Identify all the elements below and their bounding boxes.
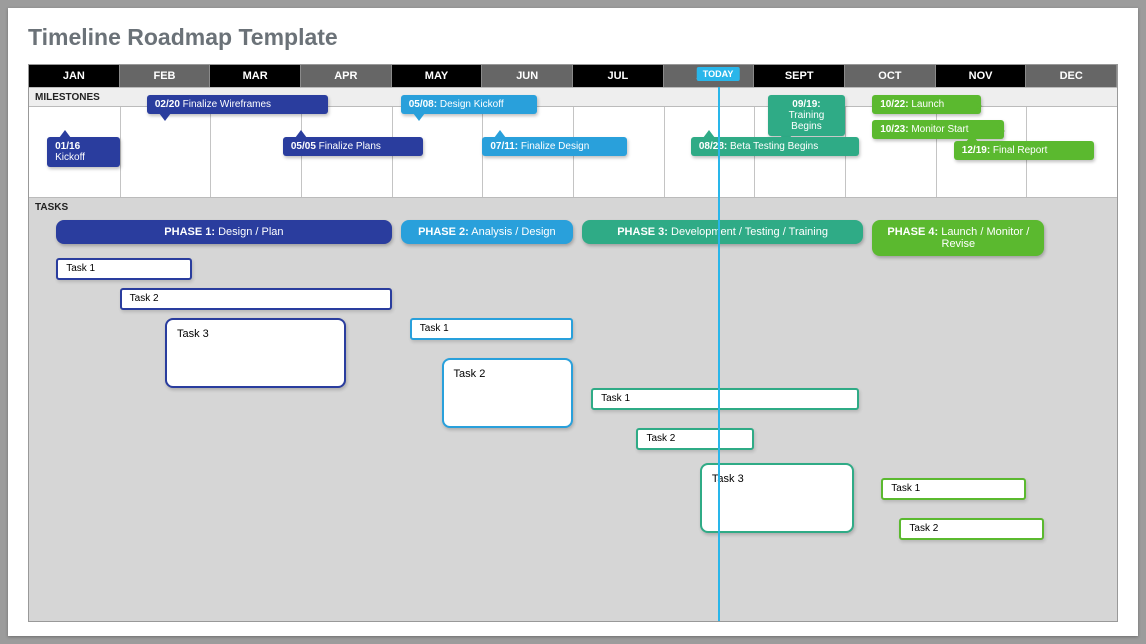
task-item[interactable]: Task 3 (700, 463, 854, 533)
milestone-0116[interactable]: 01/16 Kickoff (47, 137, 120, 167)
milestone-0828[interactable]: 08/28: Beta Testing Begins (691, 137, 859, 156)
phase-bar[interactable]: PHASE 2: Analysis / Design (401, 220, 573, 244)
milestones-plot: 01/16 Kickoff 02/20 Finalize Wireframes 05… (29, 87, 1117, 177)
task-item[interactable]: Task 2 (636, 428, 754, 450)
task-item[interactable]: Task 2 (442, 358, 573, 428)
phase-bar[interactable]: PHASE 1: Design / Plan (56, 220, 391, 244)
tasks-plot: PHASE 1: Design / Plan PHASE 2: Analysis … (29, 198, 1117, 621)
task-item[interactable]: Task 1 (881, 478, 1026, 500)
task-item[interactable]: Task 2 (899, 518, 1044, 540)
month-oct: OCT (845, 65, 936, 87)
task-item[interactable]: Task 1 (56, 258, 192, 280)
month-jun: JUN (482, 65, 573, 87)
roadmap-canvas: Timeline Roadmap Template JANFEBMARAPRMA… (8, 8, 1138, 636)
month-nov: NOV (936, 65, 1027, 87)
plot-area: MILESTONES 01/16 Kickoff02/20 Finalize W… (29, 87, 1117, 621)
month-sept: SEPT (754, 65, 845, 87)
month-feb: FEB (120, 65, 211, 87)
task-item[interactable]: Task 1 (410, 318, 573, 340)
tasks-section: TASKS PHASE 1: Design / PlanPHASE 2: Ana… (29, 197, 1117, 621)
task-item[interactable]: Task 2 (120, 288, 392, 310)
milestone-0220[interactable]: 02/20 Finalize Wireframes (147, 95, 328, 114)
month-header-row: JANFEBMARAPRMAYJUNJULAUGSEPTOCTNOVDEC (29, 65, 1117, 87)
milestones-section: MILESTONES 01/16 Kickoff02/20 Finalize W… (29, 87, 1117, 177)
month-may: MAY (392, 65, 483, 87)
page-title: Timeline Roadmap Template (28, 24, 338, 51)
today-label: TODAY (697, 67, 740, 81)
milestone-0508[interactable]: 05/08: Design Kickoff (401, 95, 537, 114)
milestone-1023[interactable]: 10/23: Monitor Start (872, 120, 1003, 139)
milestone-1022[interactable]: 10/22: Launch (872, 95, 981, 114)
milestone-0919[interactable]: 09/19:TrainingBegins (768, 95, 845, 136)
timeline-chart: JANFEBMARAPRMAYJUNJULAUGSEPTOCTNOVDEC MI… (28, 64, 1118, 622)
milestone-0711[interactable]: 07/11: Finalize Design (482, 137, 627, 156)
month-apr: APR (301, 65, 392, 87)
milestone-1219[interactable]: 12/19: Final Report (954, 141, 1095, 160)
phase-bar[interactable]: PHASE 4: Launch / Monitor / Revise (872, 220, 1044, 256)
month-dec: DEC (1026, 65, 1117, 87)
task-item[interactable]: Task 3 (165, 318, 346, 388)
task-item[interactable]: Task 1 (591, 388, 858, 410)
month-jul: JUL (573, 65, 664, 87)
month-jan: JAN (29, 65, 120, 87)
milestone-0505[interactable]: 05/05 Finalize Plans (283, 137, 424, 156)
phase-bar[interactable]: PHASE 3: Development / Testing / Trainin… (582, 220, 863, 244)
month-mar: MAR (210, 65, 301, 87)
